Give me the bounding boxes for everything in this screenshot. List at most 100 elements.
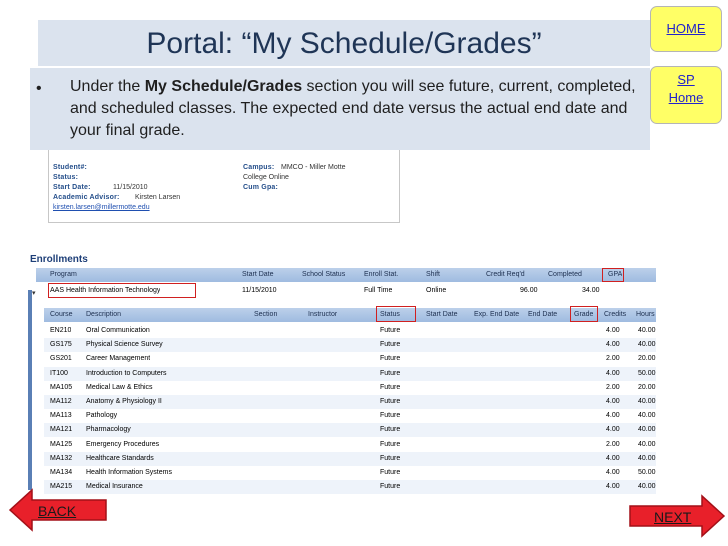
course-status: Future bbox=[380, 369, 401, 377]
header-credit-reqd: Credit Req'd bbox=[486, 271, 525, 278]
course-status: Future bbox=[380, 383, 401, 391]
start-date-label: Start Date: bbox=[53, 184, 91, 191]
course-hours: 50.00 bbox=[638, 469, 656, 476]
header-shift: Shift bbox=[426, 271, 441, 278]
course-status: Future bbox=[380, 426, 401, 434]
course-hours: 40.00 bbox=[638, 398, 656, 405]
grade-highlight-box bbox=[570, 306, 598, 322]
course-credits: 4.00 bbox=[606, 398, 620, 405]
course-description: Oral Communication bbox=[86, 327, 150, 334]
grid-scrollbar[interactable] bbox=[28, 290, 32, 490]
course-hours: 40.00 bbox=[638, 483, 656, 491]
back-button[interactable]: BACK bbox=[38, 503, 76, 519]
course-hours: 40.00 bbox=[638, 341, 656, 349]
course-status: Future bbox=[380, 355, 401, 363]
course-code: GS201 bbox=[50, 355, 72, 363]
course-code: MA113 bbox=[50, 412, 72, 420]
course-code: MA125 bbox=[50, 440, 73, 448]
course-hours: 20.00 bbox=[638, 383, 656, 391]
expand-caret-icon[interactable]: ▾ bbox=[32, 287, 36, 301]
status-highlight-box bbox=[376, 306, 416, 322]
bullet-text: Under the My Schedule/Grades section you… bbox=[70, 76, 640, 142]
course-status: Future bbox=[380, 469, 401, 476]
header-start-date: Start Date bbox=[242, 271, 274, 278]
header-exp-end-date: Exp. End Date bbox=[474, 311, 520, 318]
program-shift: Online bbox=[426, 287, 447, 294]
course-description: Career Management bbox=[86, 355, 151, 363]
bullet-text-pre: Under the bbox=[70, 78, 145, 95]
course-row[interactable]: MA113 Pathology Future 4.00 40.00 bbox=[44, 409, 656, 424]
course-row[interactable]: MA112 Anatomy & Physiology II Future 4.00 40… bbox=[44, 395, 656, 409]
start-date-value: 11/15/2010 bbox=[113, 184, 148, 191]
program-enroll-stat: Full Time bbox=[364, 287, 393, 294]
header-completed: Completed bbox=[548, 271, 582, 278]
course-status: Future bbox=[380, 398, 401, 405]
header-instructor: Instructor bbox=[308, 311, 338, 318]
course-row[interactable]: MA215 Medical Insurance Future 4.00 40.00 bbox=[44, 480, 656, 495]
campus-status-value: College Online bbox=[243, 174, 289, 181]
course-description: Anatomy & Physiology II bbox=[86, 398, 162, 405]
student-number-label: Student#: bbox=[53, 164, 88, 171]
program-highlight-box bbox=[48, 283, 196, 298]
status-label: Status: bbox=[53, 174, 79, 181]
course-hours: 50.00 bbox=[638, 369, 656, 377]
course-description: Physical Science Survey bbox=[86, 341, 163, 349]
course-row[interactable]: GS175 Physical Science Survey Future 4.00 40… bbox=[44, 338, 656, 353]
course-hours: 40.00 bbox=[638, 327, 656, 334]
course-credits: 4.00 bbox=[606, 327, 620, 334]
course-row[interactable]: MA132 Healthcare Standards Future 4.00 40.00 bbox=[44, 451, 656, 466]
course-row[interactable]: MA121 Pharmacology Future 4.00 40.00 bbox=[44, 423, 656, 438]
course-row[interactable]: IT100 Introduction to Computers Future 4.00… bbox=[44, 366, 656, 381]
course-description: Medical Law & Ethics bbox=[86, 383, 153, 391]
course-description: Health Information Systems bbox=[86, 469, 172, 476]
program-start-date: 11/15/2010 bbox=[242, 287, 277, 294]
header-section: Section bbox=[254, 311, 278, 318]
course-code: EN210 bbox=[50, 327, 72, 334]
course-code: MA121 bbox=[50, 426, 73, 434]
bullet-dot: • bbox=[36, 80, 42, 97]
course-credits: 4.00 bbox=[606, 412, 620, 420]
gpa-highlight-box bbox=[602, 268, 624, 282]
course-hours: 40.00 bbox=[638, 426, 656, 434]
course-code: IT100 bbox=[50, 369, 68, 377]
enrollments-title: Enrollments bbox=[30, 254, 88, 265]
course-credits: 4.00 bbox=[606, 454, 620, 462]
course-status: Future bbox=[380, 440, 401, 448]
course-code: MA105 bbox=[50, 383, 73, 391]
course-row[interactable]: GS201 Career Management Future 2.00 20.00 bbox=[44, 352, 656, 367]
header-start-date-course: Start Date bbox=[426, 311, 458, 318]
page-title: Portal: “My Schedule/Grades” bbox=[146, 27, 542, 60]
header-credits: Credits bbox=[604, 311, 627, 318]
course-row[interactable]: MA125 Emergency Procedures Future 2.00 40.00 bbox=[44, 437, 656, 452]
course-row[interactable]: MA105 Medical Law & Ethics Future 2.00 20.00 bbox=[44, 380, 656, 395]
course-row[interactable]: MA134 Health Information Systems Future 4.0… bbox=[44, 466, 656, 480]
course-code: MA112 bbox=[50, 398, 72, 405]
advisor-email-link[interactable]: kirsten.larsen@millermotte.edu bbox=[53, 204, 150, 211]
course-credits: 2.00 bbox=[606, 383, 620, 391]
student-info-box: Student#: Status: Start Date: 11/15/2010… bbox=[48, 150, 400, 223]
course-code: MA132 bbox=[50, 454, 73, 462]
course-hours: 40.00 bbox=[638, 440, 656, 448]
sp-home-button[interactable]: SP Home bbox=[650, 66, 722, 124]
course-description: Pathology bbox=[86, 412, 118, 420]
course-hours: 40.00 bbox=[638, 454, 656, 462]
course-credits: 4.00 bbox=[606, 426, 620, 434]
course-description: Healthcare Standards bbox=[86, 454, 154, 462]
program-header-row: Program Start Date School Status Enroll … bbox=[36, 268, 656, 282]
course-row[interactable]: EN210 Oral Communication Future 4.00 40.00 bbox=[44, 324, 656, 338]
program-completed: 34.00 bbox=[582, 287, 600, 294]
course-credits: 2.00 bbox=[606, 440, 620, 448]
sp-home-line2: Home bbox=[668, 90, 704, 105]
course-status: Future bbox=[380, 327, 401, 334]
advisor-value: Kirsten Larsen bbox=[135, 194, 181, 201]
portal-screenshot: Student#: Status: Start Date: 11/15/2010… bbox=[28, 150, 658, 496]
course-credits: 4.00 bbox=[606, 469, 620, 476]
next-button[interactable]: NEXT bbox=[654, 509, 691, 525]
campus-value: MMCO - Miller Motte bbox=[281, 164, 346, 171]
course-header-row: Course Description Section Instructor St… bbox=[44, 308, 656, 322]
header-end-date: End Date bbox=[528, 311, 558, 318]
course-credits: 4.00 bbox=[606, 341, 620, 349]
program-credit-reqd: 96.00 bbox=[520, 287, 538, 294]
home-button[interactable]: HOME bbox=[650, 6, 722, 52]
cum-gpa-label: Cum Gpa: bbox=[243, 184, 279, 191]
